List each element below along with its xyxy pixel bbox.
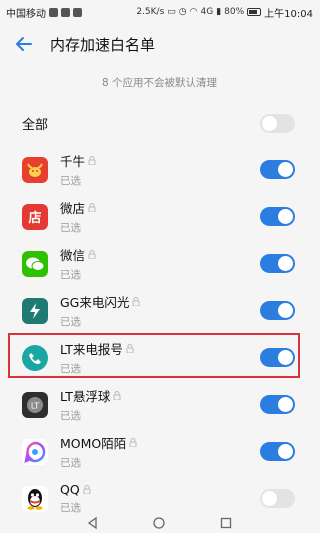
app-name: 微信 — [60, 248, 86, 263]
network-type: 4G — [200, 7, 214, 17]
app-toggle[interactable] — [260, 160, 295, 179]
app-toggle[interactable] — [260, 301, 295, 320]
app-name: GG来电闪光 — [60, 295, 130, 310]
notification-icon — [61, 7, 70, 17]
app-name: LT来电报号 — [60, 342, 123, 357]
app-status: 已选 — [60, 410, 81, 422]
battery-icon — [247, 8, 262, 16]
toggle-knob — [278, 303, 293, 318]
lock-icon — [83, 485, 91, 494]
battery-percent: 80% — [224, 7, 245, 17]
app-status: 已选 — [60, 316, 81, 328]
app-status: 已选 — [60, 222, 81, 234]
flash-icon — [22, 297, 48, 324]
weidian-icon: 店 — [22, 203, 48, 230]
cast-icon: ▭ — [167, 7, 176, 17]
wifi-icon: ◠ — [189, 7, 198, 17]
toggle-knob — [278, 397, 293, 412]
lt-float-icon: LT — [22, 391, 48, 418]
app-header: 内存加速白名单 — [0, 24, 319, 64]
svg-text:LT: LT — [31, 401, 39, 410]
app-toggle[interactable] — [260, 442, 295, 461]
toggle-knob — [262, 491, 277, 506]
lt-call-icon — [22, 344, 48, 371]
page-title: 内存加速白名单 — [50, 35, 156, 54]
app-name: 微店 — [60, 201, 86, 216]
signal-icon: ▮ — [216, 7, 222, 17]
qq-icon — [22, 485, 48, 512]
notification-icon — [49, 7, 58, 17]
app-status: 已选 — [60, 363, 81, 375]
lock-icon — [88, 250, 96, 259]
app-status: 已选 — [60, 457, 81, 469]
navigation-bar — [0, 513, 319, 533]
select-all-label: 全部 — [22, 117, 49, 133]
toggle-knob — [278, 256, 293, 271]
lock-icon — [132, 297, 140, 306]
app-row-lt-call: LT来电报号 已选 — [0, 334, 319, 381]
lock-icon — [88, 156, 96, 165]
lock-icon — [113, 391, 121, 400]
lock-icon — [88, 203, 96, 212]
nav-recents-icon[interactable] — [219, 516, 233, 530]
app-status: 已选 — [60, 175, 81, 187]
app-toggle[interactable] — [260, 254, 295, 273]
qianniu-icon — [22, 156, 48, 183]
app-row-wechat: 微信 已选 — [0, 240, 319, 287]
nav-home-icon[interactable] — [152, 516, 166, 530]
back-arrow-icon[interactable] — [14, 34, 34, 54]
carrier-label: 中国移动 — [6, 8, 46, 20]
select-all-row: 全部 — [0, 100, 319, 146]
status-left: 中国移动 — [6, 5, 82, 20]
app-list: 千牛 已选 店 微店 已选 微信 已选 GG来电闪光 已选 LT来电报号 已选 … — [0, 146, 319, 522]
app-toggle[interactable] — [260, 489, 295, 508]
wechat-icon — [22, 250, 48, 277]
toggle-knob — [278, 209, 293, 224]
select-all-toggle[interactable] — [260, 113, 295, 133]
lock-icon — [129, 438, 137, 447]
app-row-weidian: 店 微店 已选 — [0, 193, 319, 240]
app-row-gg-flash: GG来电闪光 已选 — [0, 287, 319, 334]
toggle-knob — [278, 444, 293, 459]
toggle-knob — [278, 350, 293, 365]
lock-icon — [126, 344, 134, 353]
network-speed: 2.5K/s — [136, 7, 165, 17]
nav-back-icon[interactable] — [86, 516, 100, 530]
app-name: QQ — [60, 482, 80, 497]
toggle-knob — [278, 162, 293, 177]
status-right: 2.5K/s ▭ ◷ ◠ 4G ▮ 80% 上午10:04 — [136, 5, 313, 20]
notification-icon — [73, 7, 82, 17]
app-toggle[interactable] — [260, 207, 295, 226]
alarm-icon: ◷ — [178, 7, 187, 17]
app-toggle[interactable] — [260, 395, 295, 414]
app-row-lt-float: LT LT悬浮球 已选 — [0, 381, 319, 428]
app-row-momo: MOMO陌陌 已选 — [0, 428, 319, 475]
app-name: LT悬浮球 — [60, 389, 111, 404]
whitelist-count-text: 8 个应用不会被默认清理 — [101, 76, 218, 89]
app-row-qianniu: 千牛 已选 — [0, 146, 319, 193]
status-bar: 中国移动 2.5K/s ▭ ◷ ◠ 4G ▮ 80% 上午10:04 — [0, 0, 319, 24]
app-status: 已选 — [60, 269, 81, 281]
toggle-knob — [262, 115, 277, 131]
momo-icon — [22, 438, 48, 465]
clock: 上午10:04 — [264, 8, 313, 20]
app-name: MOMO陌陌 — [60, 436, 127, 451]
app-toggle[interactable] — [260, 348, 295, 367]
app-name: 千牛 — [60, 154, 86, 169]
